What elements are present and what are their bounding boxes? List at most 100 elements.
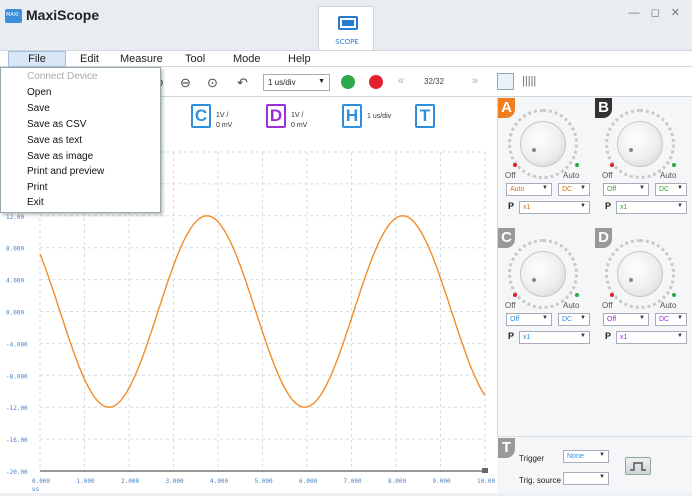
probe-value: x1 [620, 334, 628, 341]
menu-measure[interactable]: Measure [120, 53, 163, 65]
chevron-down-icon: ▼ [580, 203, 586, 209]
chevron-down-icon: ▼ [580, 315, 586, 321]
chevron-down-icon: ▼ [677, 315, 683, 321]
channel-c-mode-select[interactable]: Off ▼ [506, 313, 552, 326]
knob-indicator [532, 278, 536, 282]
channel-d-offset: 0 mV [291, 122, 308, 129]
x-tick-label: 2.000 [121, 478, 139, 485]
zoom-out-icon[interactable]: ⊖ [180, 75, 191, 91]
menu-edit[interactable]: Edit [80, 53, 99, 65]
menu-file[interactable]: File [8, 51, 66, 67]
off-led-icon [513, 293, 517, 297]
menu-mode[interactable]: Mode [233, 53, 261, 65]
zoom-fit-icon[interactable]: ⊙ [207, 75, 218, 91]
y-tick-label: -20.00 [6, 469, 28, 476]
channel-b-coupling-select[interactable]: DC ▼ [655, 183, 687, 196]
scope-tab[interactable]: SCOPE [318, 6, 374, 50]
device-icon-screen [342, 20, 354, 26]
trigger-value: None [567, 453, 584, 460]
channel-b-range-knob[interactable] [617, 121, 663, 167]
scope-tab-label: SCOPE [335, 38, 359, 46]
mode-value: Off [607, 316, 617, 323]
probe-label: P [508, 201, 515, 211]
next-frame-icon[interactable]: » [472, 75, 478, 87]
x-tick-label: 8.000 [388, 478, 406, 485]
trigger-select[interactable]: None ▼ [563, 450, 609, 463]
channel-panel-a: A Off Auto Auto ▼ DC ▼ Px1 ▼ [497, 97, 594, 227]
coupling-value: DC [562, 316, 573, 323]
x-tick-label: 10.00 [477, 478, 495, 485]
knob-indicator [532, 148, 536, 152]
channel-c-range-knob[interactable] [520, 251, 566, 297]
menu-item-print[interactable]: Print [27, 182, 48, 193]
coupling-value: DC [659, 316, 670, 323]
spectrum-view-icon[interactable]: ||||| [522, 75, 536, 87]
channel-b-panel-badge: B [595, 98, 612, 118]
file-menu-dropdown: Connect Device Open Save Save as CSV Sav… [0, 67, 161, 213]
x-tick-label: 9.000 [433, 478, 451, 485]
channel-a-range-knob[interactable] [520, 121, 566, 167]
trigger-label: Trigger [519, 454, 545, 463]
off-led-icon [513, 163, 517, 167]
chevron-down-icon: ▼ [580, 185, 586, 191]
trigger-edge-button[interactable] [625, 457, 651, 475]
channel-c-coupling-select[interactable]: DC ▼ [558, 313, 590, 326]
auto-led-icon [672, 293, 676, 297]
x-tick-label: 5.000 [255, 478, 273, 485]
channel-b-probe-select[interactable]: x1 ▼ [616, 201, 687, 214]
channel-d-probe-select[interactable]: x1 ▼ [616, 331, 687, 344]
horizontal-badge[interactable]: H [342, 104, 362, 128]
chevron-down-icon: ▼ [639, 315, 645, 321]
stop-icon[interactable] [369, 75, 383, 89]
trigger-badge[interactable]: T [415, 104, 435, 128]
menu-help[interactable]: Help [288, 53, 311, 65]
waveform-view-icon[interactable] [497, 73, 514, 90]
auto-led-icon [672, 163, 676, 167]
channel-d-coupling-select[interactable]: DC ▼ [655, 313, 687, 326]
chevron-down-icon: ▼ [677, 333, 683, 339]
menu-item-save-as-csv[interactable]: Save as CSV [27, 119, 86, 130]
chevron-down-icon: ▼ [599, 474, 605, 480]
x-tick-label: 1.000 [77, 478, 95, 485]
channel-a-probe-select[interactable]: x1 ▼ [519, 201, 590, 214]
channel-d-range-knob[interactable] [617, 251, 663, 297]
probe-value: x1 [620, 204, 628, 211]
y-tick-label: 4.000 [6, 278, 24, 285]
chevron-down-icon: ▼ [318, 78, 325, 85]
channel-d-badge[interactable]: D [266, 104, 286, 128]
menu-tool[interactable]: Tool [185, 53, 205, 65]
channel-d-panel-badge: D [595, 228, 612, 248]
app-title: MaxiScope [26, 7, 100, 23]
prev-frame-icon[interactable]: « [398, 75, 404, 87]
menu-item-print-and-preview[interactable]: Print and preview [27, 166, 104, 177]
menu-item-connect-device: Connect Device [27, 71, 98, 82]
menu-item-exit[interactable]: Exit [27, 197, 44, 208]
chevron-down-icon: ▼ [677, 185, 683, 191]
channel-c-badge[interactable]: C [191, 104, 211, 128]
x-tick-label: 4.000 [210, 478, 228, 485]
undo-icon[interactable]: ↶ [237, 75, 248, 91]
menu-item-open[interactable]: Open [27, 87, 51, 98]
menu-item-save[interactable]: Save [27, 103, 50, 114]
window-controls[interactable]: — ◻ ✕ [629, 6, 684, 19]
channel-d-mode-select[interactable]: Off ▼ [603, 313, 649, 326]
channel-panel-d: D Off Auto Off ▼ DC ▼ Px1 ▼ [594, 227, 691, 357]
menu-item-save-as-text[interactable]: Save as text [27, 135, 82, 146]
run-icon[interactable] [341, 75, 355, 89]
x-tick-label: 3.000 [166, 478, 184, 485]
channel-a-mode-select[interactable]: Auto ▼ [506, 183, 552, 196]
probe-value: x1 [523, 334, 531, 341]
menu-item-save-as-image[interactable]: Save as image [27, 151, 93, 162]
y-tick-label: 8.000 [6, 246, 24, 253]
channel-a-coupling-select[interactable]: DC ▼ [558, 183, 590, 196]
channel-b-mode-select[interactable]: Off ▼ [603, 183, 649, 196]
timebase-select[interactable]: 1 us/div ▼ [263, 74, 330, 91]
pulse-icon [630, 462, 646, 471]
channel-c-panel-badge: C [498, 228, 515, 248]
auto-led-icon [575, 163, 579, 167]
channel-panel-b: B Off Auto Off ▼ DC ▼ Px1 ▼ [594, 97, 691, 227]
off-led-icon [610, 163, 614, 167]
channel-c-probe-select[interactable]: x1 ▼ [519, 331, 590, 344]
trig-source-select[interactable]: ▼ [563, 472, 609, 485]
x-tick-label: 0.000 [32, 478, 50, 485]
